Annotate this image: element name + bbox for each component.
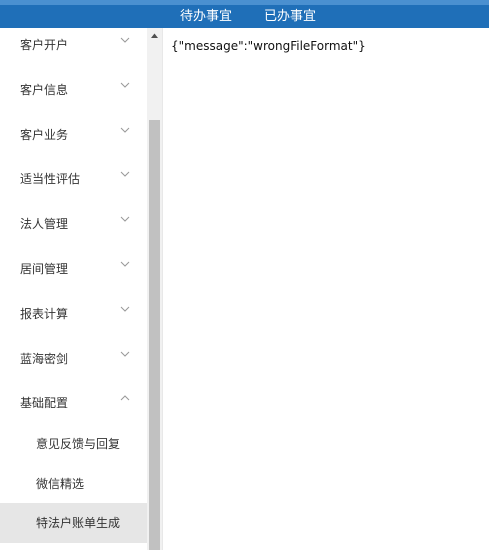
sidebar-item-label: 客户信息	[20, 83, 69, 97]
sidebar-item-customer-info[interactable]: 客户信息	[0, 68, 147, 112]
sidebar-item-label: 报表计算	[20, 307, 69, 321]
sidebar-item-label: 客户开户	[20, 38, 69, 52]
sidebar-item-intermediary-management[interactable]: 居间管理	[0, 247, 147, 291]
sidebar-item-basic-configuration[interactable]: 基础配置	[0, 381, 147, 425]
topbar-accent-strip	[0, 0, 489, 5]
app-window: 待办事宜 已办事宜 客户开户 客户信息 客户业务 适当性评估 法人管理 居间管理	[0, 0, 489, 550]
sidebar-item-customer-account-opening[interactable]: 客户开户	[0, 28, 147, 67]
sidebar-subitem-label: 意见反馈与回复	[36, 437, 121, 451]
sidebar-menu: 客户开户 客户信息 客户业务 适当性评估 法人管理 居间管理 报表计算 蓝海密剑…	[0, 28, 147, 550]
chevron-down-icon	[120, 306, 130, 312]
sidebar-subitem-label: 特法户账单生成	[36, 516, 121, 530]
sidebar-subitem-wechat-selection[interactable]: 微信精选	[0, 464, 147, 504]
sidebar-item-label: 基础配置	[20, 396, 69, 410]
chevron-down-icon	[120, 127, 130, 133]
sidebar-item-suitability-assessment[interactable]: 适当性评估	[0, 157, 147, 201]
sidebar-item-label: 适当性评估	[20, 172, 81, 186]
chevron-up-icon	[120, 395, 130, 401]
scroll-up-arrow-icon[interactable]	[147, 28, 162, 44]
sidebar-item-label: 蓝海密剑	[20, 352, 69, 366]
sidebar-item-customer-business[interactable]: 客户业务	[0, 113, 147, 157]
chevron-down-icon	[120, 82, 130, 88]
chevron-down-icon	[120, 171, 130, 177]
sidebar-scrollbar[interactable]	[147, 28, 162, 550]
top-navigation-bar: 待办事宜 已办事宜	[0, 0, 489, 28]
sidebar-item-legal-person-management[interactable]: 法人管理	[0, 202, 147, 246]
sidebar-item-report-calculation[interactable]: 报表计算	[0, 292, 147, 336]
response-message-text: {"message":"wrongFileFormat"}	[171, 39, 366, 53]
sidebar-subitem-feedback-reply[interactable]: 意见反馈与回复	[0, 424, 147, 464]
chevron-down-icon	[120, 261, 130, 267]
tab-pending-tasks[interactable]: 待办事宜	[180, 9, 232, 25]
sidebar-item-label: 法人管理	[20, 217, 69, 231]
main-content: {"message":"wrongFileFormat"}	[163, 28, 489, 550]
chevron-down-icon	[120, 216, 130, 222]
sidebar-item-label: 客户业务	[20, 128, 69, 142]
sidebar-item-blue-sea-sword[interactable]: 蓝海密剑	[0, 337, 147, 381]
tab-completed-tasks[interactable]: 已办事宜	[264, 9, 316, 25]
sidebar-item-label: 居间管理	[20, 262, 69, 276]
sidebar-subitem-special-account-bill[interactable]: 特法户账单生成	[0, 503, 147, 543]
chevron-down-icon	[120, 351, 130, 357]
scrollbar-thumb[interactable]	[149, 120, 160, 550]
sidebar-subitem-label: 微信精选	[36, 477, 85, 491]
chevron-down-icon	[120, 37, 130, 43]
